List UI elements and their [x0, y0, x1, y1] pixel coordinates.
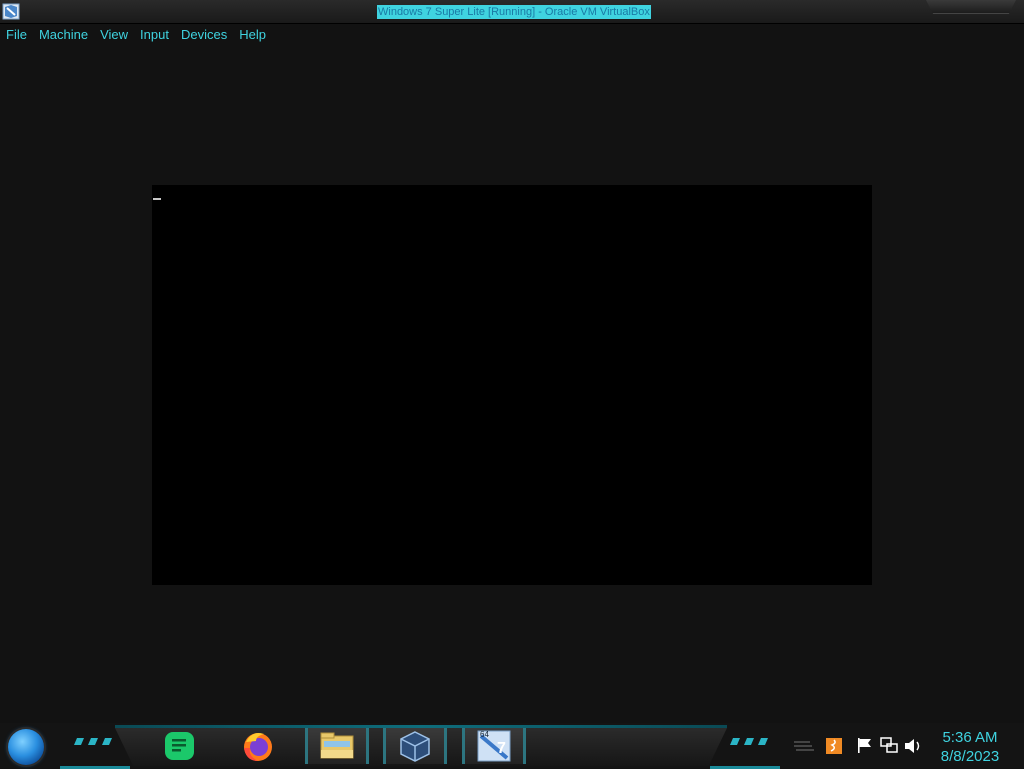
taskbar-left-decoration: [74, 738, 118, 748]
volume-icon[interactable]: [903, 736, 923, 756]
taskbar-app-explorer[interactable]: [305, 728, 369, 764]
menu-help[interactable]: Help: [233, 24, 272, 46]
menu-devices[interactable]: Devices: [175, 24, 233, 46]
action-center-flag-icon[interactable]: [855, 736, 873, 756]
menu-file[interactable]: File: [0, 24, 33, 46]
window-controls[interactable]: [926, 0, 1016, 14]
start-button[interactable]: [8, 729, 44, 765]
menu-bar: File Machine View Input Devices Help: [0, 24, 272, 46]
network-icon[interactable]: [879, 736, 899, 756]
clock-date: 8/8/2023: [940, 748, 1000, 765]
taskbar-right-decoration: [730, 738, 774, 748]
windows7-vm-icon: [477, 730, 511, 762]
virtualbox-app-icon[interactable]: [2, 3, 20, 20]
taskbar-left-underline: [60, 752, 130, 769]
taskbar-app-windows7-vm[interactable]: 64 7: [462, 728, 526, 764]
firefox-icon: [244, 733, 272, 761]
vm-badge: 64: [480, 730, 489, 739]
window-title: Windows 7 Super Lite [Running] - Oracle …: [377, 5, 651, 19]
folder-icon: [320, 732, 354, 759]
taskbar-right-underline: [710, 752, 780, 769]
show-hidden-icon[interactable]: [792, 736, 816, 756]
taskbar-app-firefox[interactable]: [238, 728, 278, 764]
text-cursor: [153, 198, 161, 200]
taskbar-app-virtualbox[interactable]: [383, 728, 447, 764]
window-titlebar[interactable]: Windows 7 Super Lite [Running] - Oracle …: [0, 0, 1024, 24]
system-clock[interactable]: 5:36 AM 8/8/2023: [930, 728, 1010, 766]
java-update-icon[interactable]: [825, 736, 843, 756]
virtualbox-icon: [400, 731, 430, 762]
clock-time: 5:36 AM: [942, 729, 998, 746]
vm-display[interactable]: [152, 185, 872, 585]
notes-icon: [165, 732, 194, 760]
menu-input[interactable]: Input: [134, 24, 175, 46]
menu-view[interactable]: View: [94, 24, 134, 46]
menu-machine[interactable]: Machine: [33, 24, 94, 46]
taskbar-app-notes[interactable]: [160, 728, 198, 764]
vm-label: 7: [497, 740, 506, 757]
